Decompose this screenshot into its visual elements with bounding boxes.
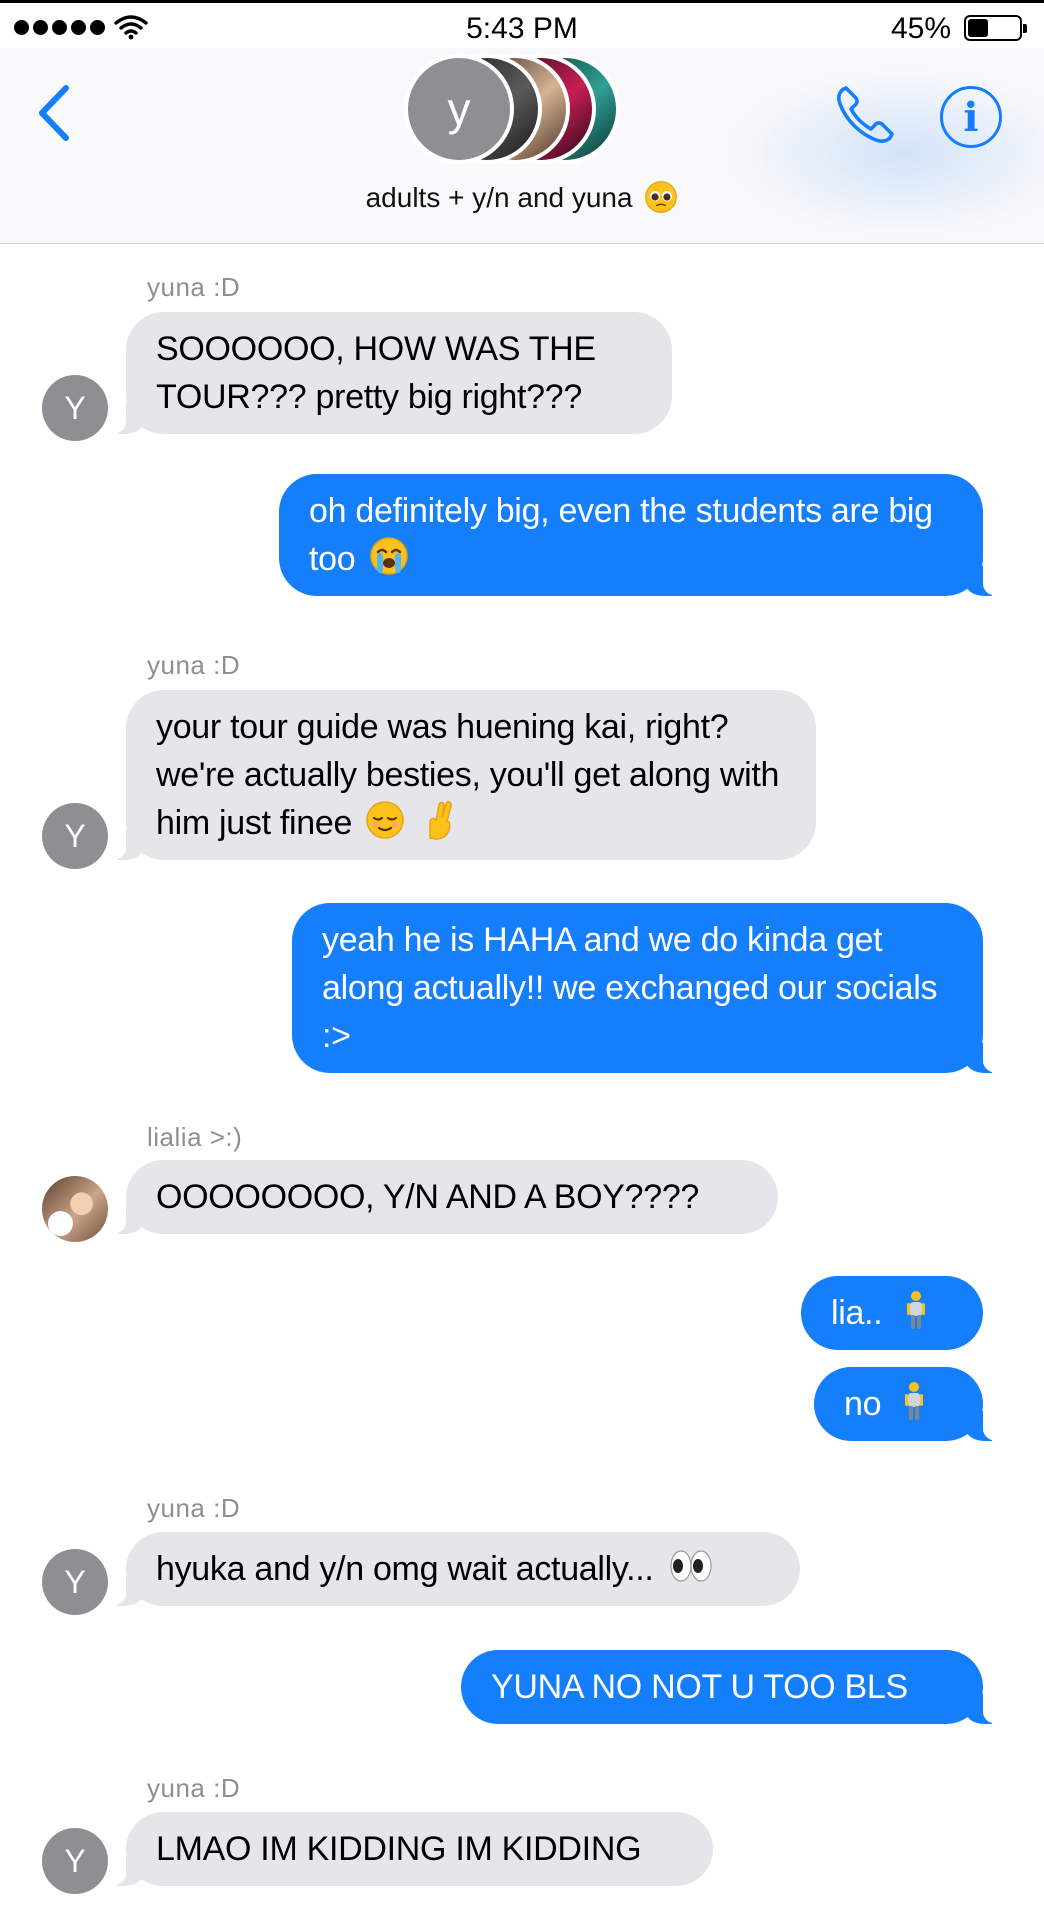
relieved-face-emoji-icon [365,800,405,840]
sender-avatar[interactable]: Y [42,1828,108,1894]
message-text: YUNA NO NOT U TOO BLS [491,1668,908,1706]
loudly-crying-face-emoji-icon [369,536,409,576]
group-title-text: adults + y/n and yuna [365,182,633,213]
back-chevron-icon[interactable] [34,82,74,144]
message-text: yeah he is HAHA and we do kinda get alon… [322,921,938,1055]
battery-percent: 45% [890,12,951,45]
standing-person-emoji-icon [905,1382,924,1420]
outgoing-message-bubble[interactable]: oh definitely big, even the students are… [279,474,1001,596]
incoming-message-bubble[interactable]: SOOOOOO, HOW WAS THE TOUR??? pretty big … [108,312,672,434]
info-icon[interactable]: i [940,86,1002,148]
incoming-message-bubble[interactable]: hyuka and y/n omg wait actually... [108,1532,800,1606]
crossed-fingers-emoji-icon [429,801,453,840]
group-title[interactable]: adults + y/n and yuna [0,180,1044,214]
sender-name: yuna :D [147,1773,241,1803]
eyes-emoji-icon [670,1550,712,1582]
battery-icon [964,15,1027,41]
incoming-message-bubble[interactable]: LMAO IM KIDDING IM KIDDING [108,1812,713,1886]
message-text: OOOOOOOO, Y/N AND A BOY???? [156,1178,700,1216]
phone-icon[interactable] [832,82,898,148]
message-text: no [844,1385,882,1423]
message-text: your tour guide was huening kai, right? … [156,708,780,842]
battery-level-fill [968,19,989,37]
standing-person-emoji-icon [906,1291,925,1329]
sender-name: yuna :D [147,650,241,680]
message-text: lia.. [831,1294,883,1332]
outgoing-message-bubble[interactable]: yeah he is HAHA and we do kinda get alon… [292,903,1001,1073]
sender-name: yuna :D [147,1493,241,1523]
sender-avatar[interactable]: Y [42,803,108,869]
incoming-message-bubble[interactable]: your tour guide was huening kai, right? … [108,690,816,860]
outgoing-message-bubble[interactable]: lia.. [801,1276,983,1350]
message-text: SOOOOOO, HOW WAS THE TOUR??? pretty big … [156,330,596,416]
outgoing-message-bubble[interactable]: no [814,1367,1001,1441]
member-avatar-initial: y [404,54,514,164]
sender-photo-avatar[interactable] [42,1176,108,1242]
sender-avatar[interactable]: Y [42,375,108,441]
status-time: 5:43 PM [466,12,578,45]
message-text: LMAO IM KIDDING IM KIDDING [156,1830,642,1868]
sender-avatar[interactable]: Y [42,1549,108,1615]
status-bar: 5:43 PM 45% [0,0,1044,48]
incoming-message-bubble[interactable]: OOOOOOOO, Y/N AND A BOY???? [108,1160,778,1234]
message-text: hyuka and y/n omg wait actually... [156,1550,654,1588]
conversation-header: y adults + y/n and yuna i [0,48,1044,244]
pleading-face-emoji-icon [644,180,678,214]
sender-name: yuna :D [147,272,241,302]
outgoing-message-bubble[interactable]: YUNA NO NOT U TOO BLS [461,1650,1001,1724]
group-avatar-stack[interactable]: y [404,54,644,168]
sender-name: lialia >:) [147,1122,243,1152]
